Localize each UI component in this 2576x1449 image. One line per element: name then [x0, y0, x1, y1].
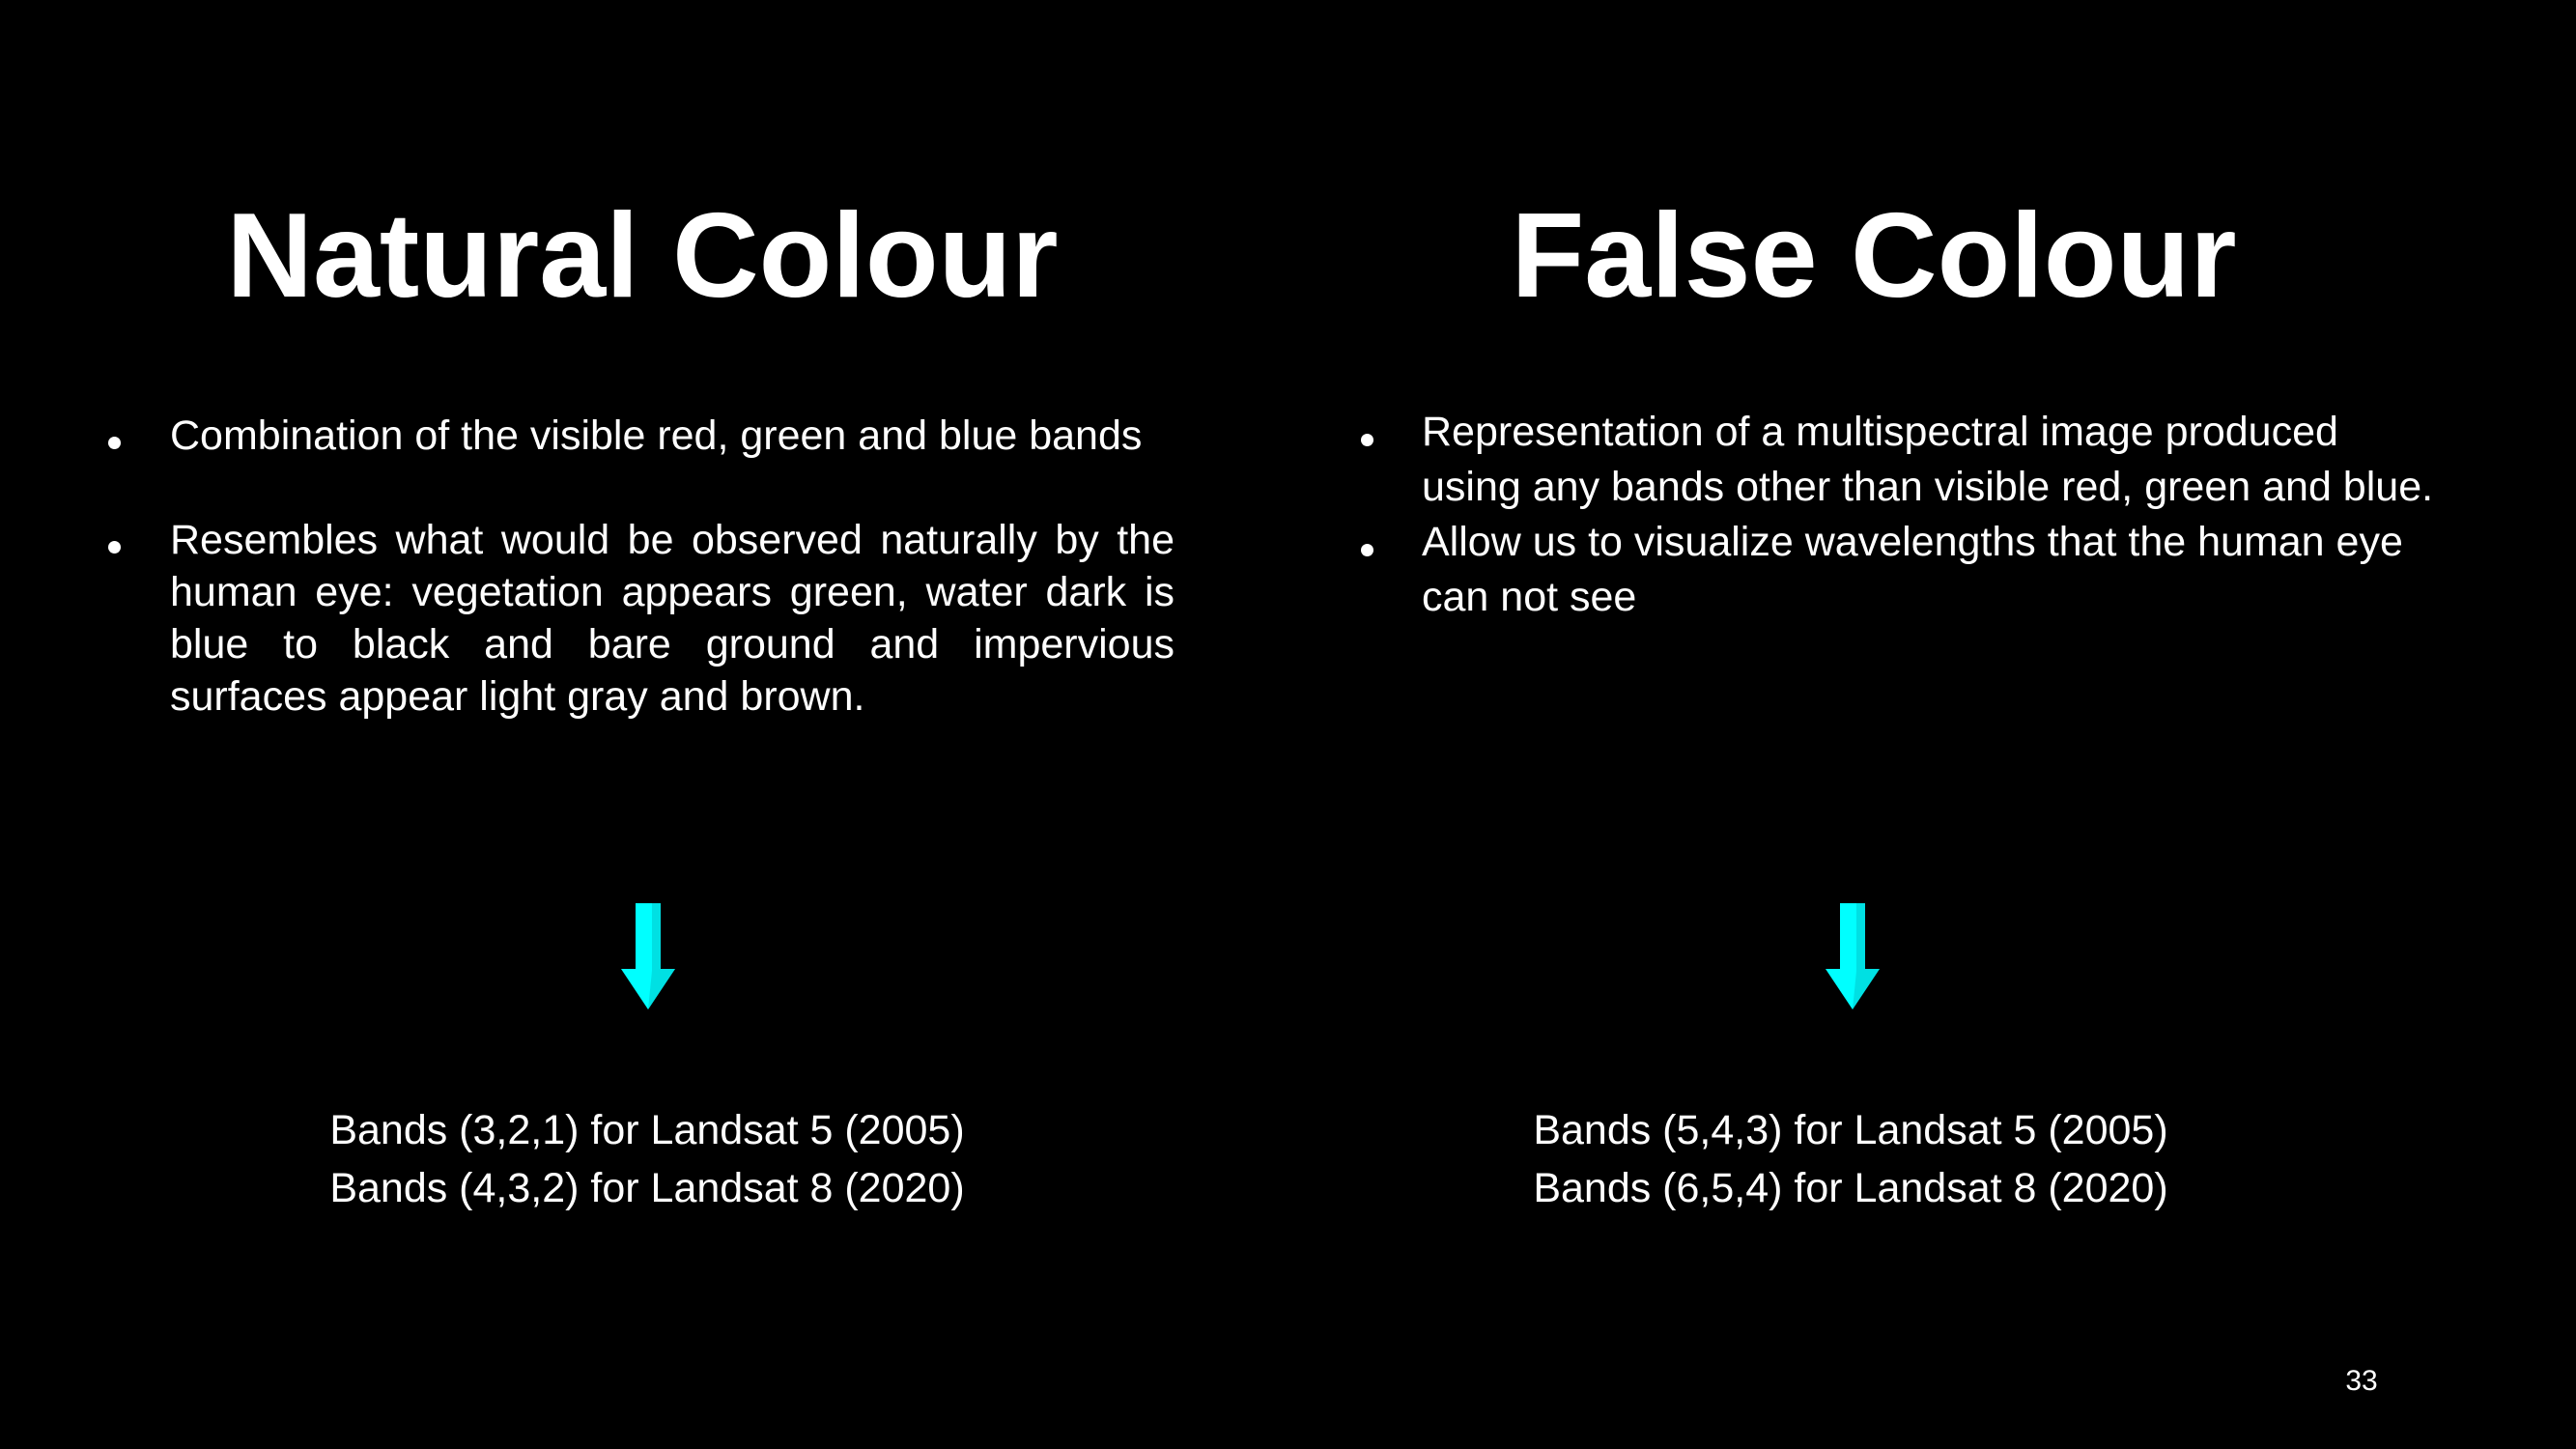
bullet-dot-icon: [1361, 544, 1373, 556]
bullet-dot-icon: [108, 437, 121, 449]
bands-line: Bands (6,5,4) for Landsat 8 (2020): [1533, 1165, 2168, 1211]
natural-colour-bands: Bands (3,2,1) for Landsat 5 (2005) Bands…: [261, 1101, 1033, 1217]
bullet-dot-icon: [108, 541, 121, 554]
bullet-item: Resembles what would be observed natural…: [108, 514, 1175, 723]
natural-colour-title: Natural Colour: [226, 189, 1059, 323]
false-colour-title: False Colour: [1511, 189, 2237, 323]
bullet-item: Allow us to visualize wavelengths that t…: [1361, 515, 2446, 625]
bullet-text: Combination of the visible red, green an…: [170, 412, 1143, 459]
natural-colour-bullet-list: Combination of the visible red, green an…: [108, 410, 1175, 775]
bands-line: Bands (3,2,1) for Landsat 5 (2005): [329, 1107, 965, 1153]
false-colour-bands: Bands (5,4,3) for Landsat 5 (2005) Bands…: [1464, 1101, 2237, 1217]
bullet-text: Representation of a multispectral image …: [1422, 409, 2434, 510]
down-arrow-icon: [621, 903, 675, 1009]
slide: Natural Colour False Colour Combination …: [0, 0, 2576, 1449]
bullet-text: Allow us to visualize wavelengths that t…: [1422, 519, 2403, 620]
bands-line: Bands (5,4,3) for Landsat 5 (2005): [1533, 1107, 2168, 1153]
bands-line: Bands (4,3,2) for Landsat 8 (2020): [329, 1165, 965, 1211]
false-colour-bullet-list: Representation of a multispectral image …: [1361, 405, 2446, 625]
down-arrow-icon: [1826, 903, 1880, 1009]
bullet-dot-icon: [1361, 434, 1373, 446]
page-number: 33: [2345, 1365, 2378, 1397]
bullet-item: Combination of the visible red, green an…: [108, 410, 1175, 462]
bullet-text: Resembles what would be observed natural…: [170, 517, 1175, 720]
bullet-item: Representation of a multispectral image …: [1361, 405, 2446, 515]
